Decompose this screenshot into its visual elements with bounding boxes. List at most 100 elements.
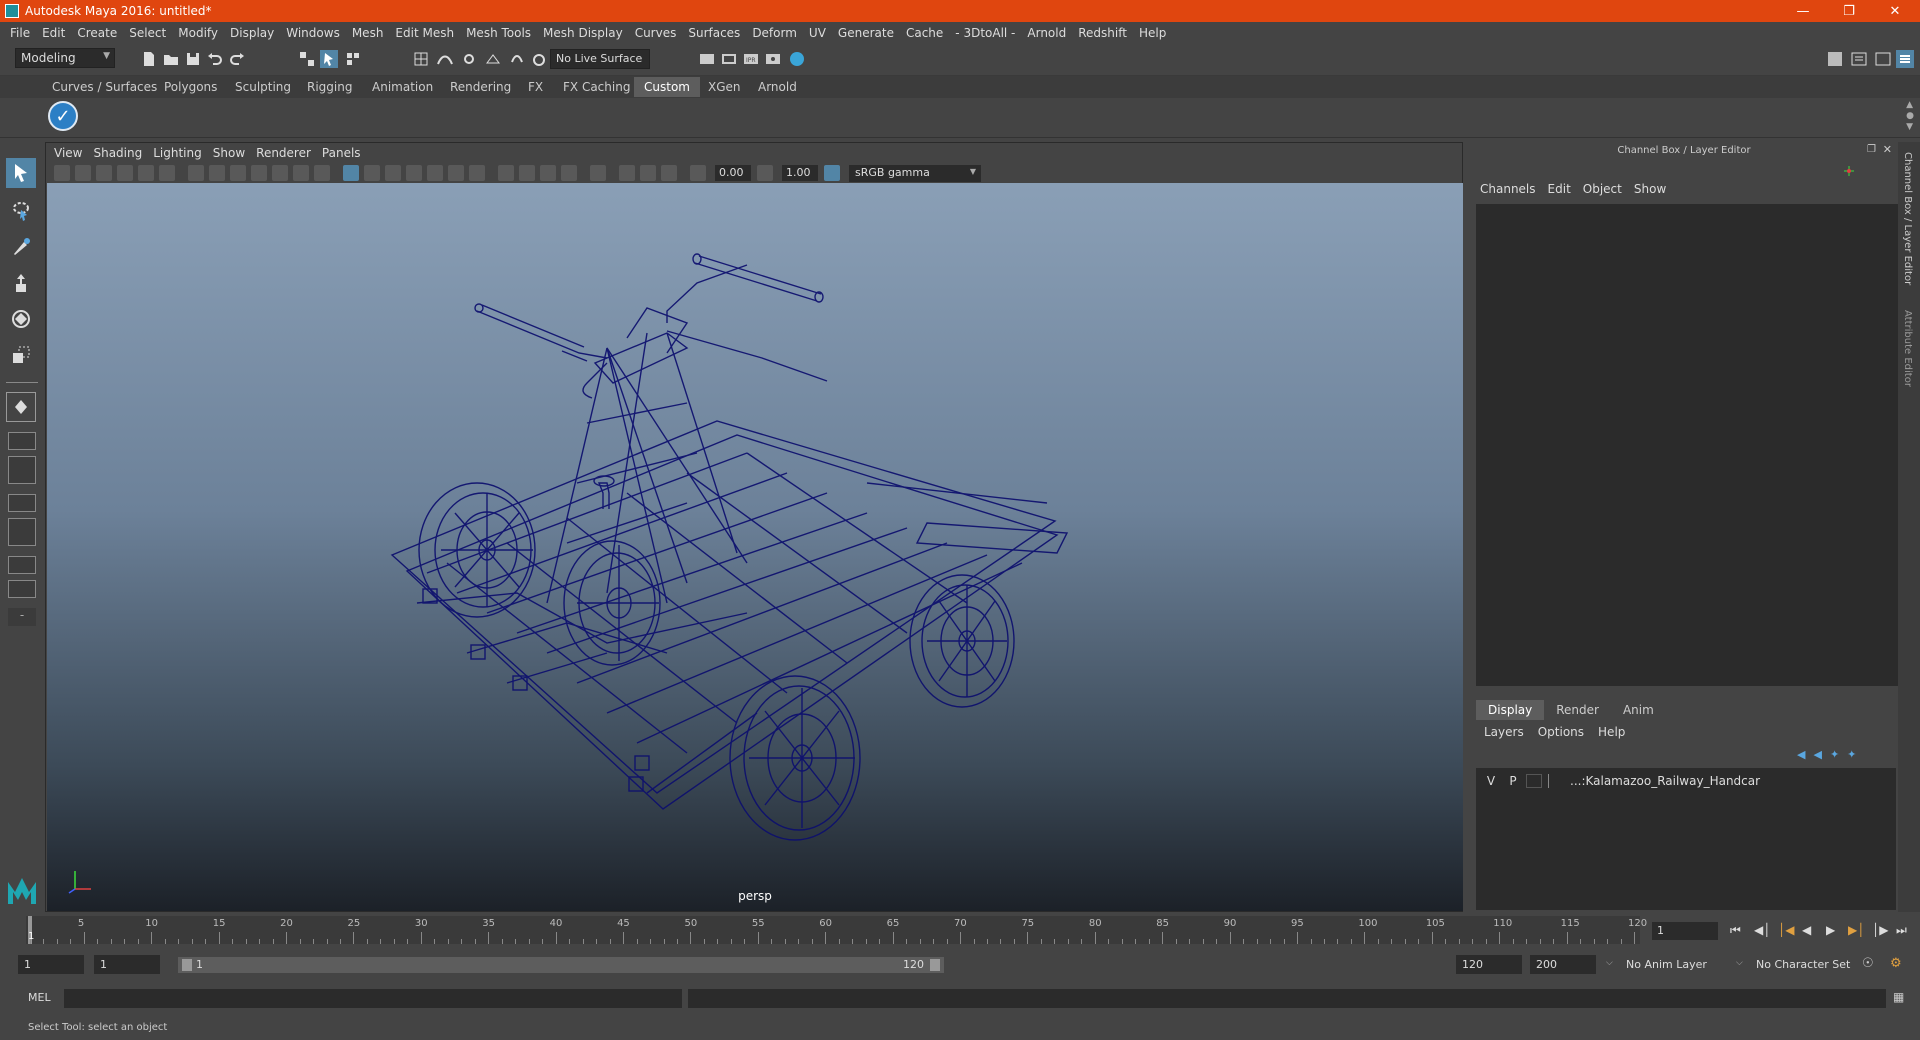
menu-mesh-display[interactable]: Mesh Display bbox=[537, 26, 629, 40]
step-back-frame-icon[interactable]: ◀│ bbox=[1754, 923, 1770, 937]
step-forward-key-icon[interactable]: ▶│ bbox=[1848, 923, 1864, 937]
two-d-pan-zoom-icon[interactable] bbox=[138, 165, 154, 181]
lasso-tool-icon[interactable] bbox=[6, 196, 36, 226]
channel-box-menu-channels[interactable]: Channels bbox=[1476, 182, 1544, 196]
undo-icon[interactable] bbox=[206, 50, 224, 68]
play-backwards-icon[interactable]: ◀ bbox=[1802, 923, 1811, 937]
render-settings-icon[interactable] bbox=[764, 50, 782, 68]
live-surface-field[interactable]: No Live Surface bbox=[550, 49, 650, 69]
channel-box-list[interactable] bbox=[1476, 204, 1900, 686]
menu-help[interactable]: Help bbox=[1133, 26, 1172, 40]
ipr-render-icon[interactable]: IPR bbox=[742, 50, 760, 68]
textured-icon[interactable] bbox=[427, 165, 443, 181]
custom-shelf-check-icon[interactable]: ✓ bbox=[48, 101, 78, 131]
layer-name[interactable]: ...:Kalamazoo_Railway_Handcar bbox=[1570, 774, 1760, 788]
screen-space-ao-icon[interactable] bbox=[498, 165, 514, 181]
viewport-menu-renderer[interactable]: Renderer bbox=[253, 146, 319, 160]
film-gate-icon[interactable] bbox=[209, 165, 225, 181]
script-editor-icon[interactable]: ▦ bbox=[1893, 990, 1904, 1004]
select-camera-icon[interactable] bbox=[54, 165, 70, 181]
use-default-material-icon[interactable] bbox=[385, 165, 401, 181]
go-to-end-icon[interactable]: ⏭ bbox=[1896, 923, 1907, 938]
menu-modify[interactable]: Modify bbox=[172, 26, 224, 40]
snap-to-curve-icon[interactable] bbox=[436, 50, 454, 68]
open-scene-icon[interactable] bbox=[162, 50, 180, 68]
playback-end-field[interactable]: 120 bbox=[1456, 955, 1522, 974]
select-tool-icon[interactable] bbox=[6, 158, 36, 188]
maximize-button[interactable]: ❐ bbox=[1826, 0, 1872, 22]
float-panel-icon[interactable]: ❐ bbox=[1867, 144, 1876, 155]
render-current-frame-icon[interactable] bbox=[720, 50, 738, 68]
snap-to-point-icon[interactable] bbox=[460, 50, 478, 68]
menu-deform[interactable]: Deform bbox=[746, 26, 803, 40]
layer-row[interactable]: V P ...:Kalamazoo_Railway_Handcar bbox=[1482, 772, 1890, 790]
persp-graph-layout-icon[interactable] bbox=[8, 494, 36, 512]
depth-of-field-icon[interactable] bbox=[561, 165, 577, 181]
menu-arnold[interactable]: Arnold bbox=[1021, 26, 1072, 40]
more-layouts-icon[interactable]: - bbox=[8, 608, 36, 626]
select-by-hierarchy-icon[interactable] bbox=[298, 50, 316, 68]
smooth-shade-icon[interactable] bbox=[364, 165, 380, 181]
channel-box-toggle-icon[interactable] bbox=[1896, 50, 1914, 68]
time-slider-track[interactable]: 1 5 10 15 20 25 30 35 40 45 50 55 60 65 70 75 80 85 90 95 1… bbox=[26, 916, 1647, 944]
menu-uv[interactable]: UV bbox=[803, 26, 832, 40]
auto-key-icon[interactable]: ☉ bbox=[1862, 956, 1874, 971]
animation-end-field[interactable]: 200 bbox=[1530, 955, 1596, 974]
safe-action-icon[interactable] bbox=[293, 165, 309, 181]
close-button[interactable]: ✕ bbox=[1872, 0, 1918, 22]
menu-surfaces[interactable]: Surfaces bbox=[682, 26, 746, 40]
viewport-menu-show[interactable]: Show bbox=[210, 146, 253, 160]
channel-box-menu-show[interactable]: Show bbox=[1630, 182, 1674, 196]
animation-start-field[interactable]: 1 bbox=[18, 955, 84, 974]
snap-to-grid-icon[interactable] bbox=[412, 50, 430, 68]
viewport-menu-panels[interactable]: Panels bbox=[319, 146, 369, 160]
menu-edit[interactable]: Edit bbox=[36, 26, 71, 40]
xray-active-components-icon[interactable] bbox=[640, 165, 656, 181]
exposure-field[interactable]: 0.00 bbox=[715, 165, 751, 181]
shelf-tab-fx[interactable]: FX bbox=[518, 77, 553, 97]
select-by-object-icon[interactable] bbox=[320, 50, 338, 68]
scale-tool-icon[interactable] bbox=[6, 340, 36, 370]
exposure-icon[interactable] bbox=[690, 165, 706, 181]
layer-menu-layers[interactable]: Layers bbox=[1484, 725, 1538, 739]
layer-playback-toggle[interactable]: P bbox=[1504, 774, 1522, 788]
move-layer-down-icon[interactable]: ◀ bbox=[1813, 748, 1821, 761]
save-scene-icon[interactable] bbox=[184, 50, 202, 68]
grid-icon[interactable] bbox=[188, 165, 204, 181]
bookmarks-icon[interactable] bbox=[96, 165, 112, 181]
menuset-dropdown[interactable]: Modeling ▼ bbox=[15, 48, 115, 68]
command-language-label[interactable]: MEL bbox=[28, 991, 51, 1004]
viewport-menu-lighting[interactable]: Lighting bbox=[150, 146, 210, 160]
side-tab-attribute-editor[interactable]: Attribute Editor bbox=[1902, 310, 1913, 387]
channel-box-menu-edit[interactable]: Edit bbox=[1544, 182, 1579, 196]
snap-curve-icon[interactable] bbox=[530, 50, 548, 68]
layer-menu-options[interactable]: Options bbox=[1538, 725, 1598, 739]
range-start-handle[interactable] bbox=[182, 959, 192, 971]
layer-display-type[interactable] bbox=[1526, 774, 1542, 788]
gamma-icon[interactable] bbox=[757, 165, 773, 181]
step-back-key-icon[interactable]: │◀ bbox=[1778, 923, 1794, 937]
single-perspective-layout-icon[interactable] bbox=[6, 392, 36, 422]
shelf-tab-polygons[interactable]: Polygons bbox=[154, 77, 227, 97]
layer-tab-render[interactable]: Render bbox=[1544, 700, 1611, 720]
make-live-icon[interactable] bbox=[508, 50, 526, 68]
safe-title-icon[interactable] bbox=[314, 165, 330, 181]
menu-curves[interactable]: Curves bbox=[629, 26, 683, 40]
viewport-menu-shading[interactable]: Shading bbox=[90, 146, 150, 160]
shelf-tab-sculpting[interactable]: Sculpting bbox=[225, 77, 301, 97]
shelf-tab-custom[interactable]: Custom bbox=[634, 77, 700, 97]
side-tab-channel-box[interactable]: Channel Box / Layer Editor bbox=[1902, 152, 1913, 285]
layer-menu-help[interactable]: Help bbox=[1598, 725, 1639, 739]
go-to-start-icon[interactable]: ⏮ bbox=[1730, 923, 1741, 938]
menu-display[interactable]: Display bbox=[224, 26, 280, 40]
view-transform-dropdown[interactable]: sRGB gamma ▼ bbox=[849, 164, 981, 182]
menu-redshift[interactable]: Redshift bbox=[1072, 26, 1133, 40]
menu-mesh[interactable]: Mesh bbox=[346, 26, 390, 40]
four-view-layout-icon[interactable] bbox=[8, 432, 36, 450]
shelf-tab-animation[interactable]: Animation bbox=[362, 77, 443, 97]
character-set-dropdown[interactable]: No Character Set ⌵ bbox=[1736, 955, 1874, 974]
shelf-tab-xgen[interactable]: XGen bbox=[698, 77, 751, 97]
command-input[interactable] bbox=[64, 989, 682, 1008]
grease-pencil-icon[interactable] bbox=[159, 165, 175, 181]
tool-settings-toggle-icon[interactable] bbox=[1874, 50, 1892, 68]
